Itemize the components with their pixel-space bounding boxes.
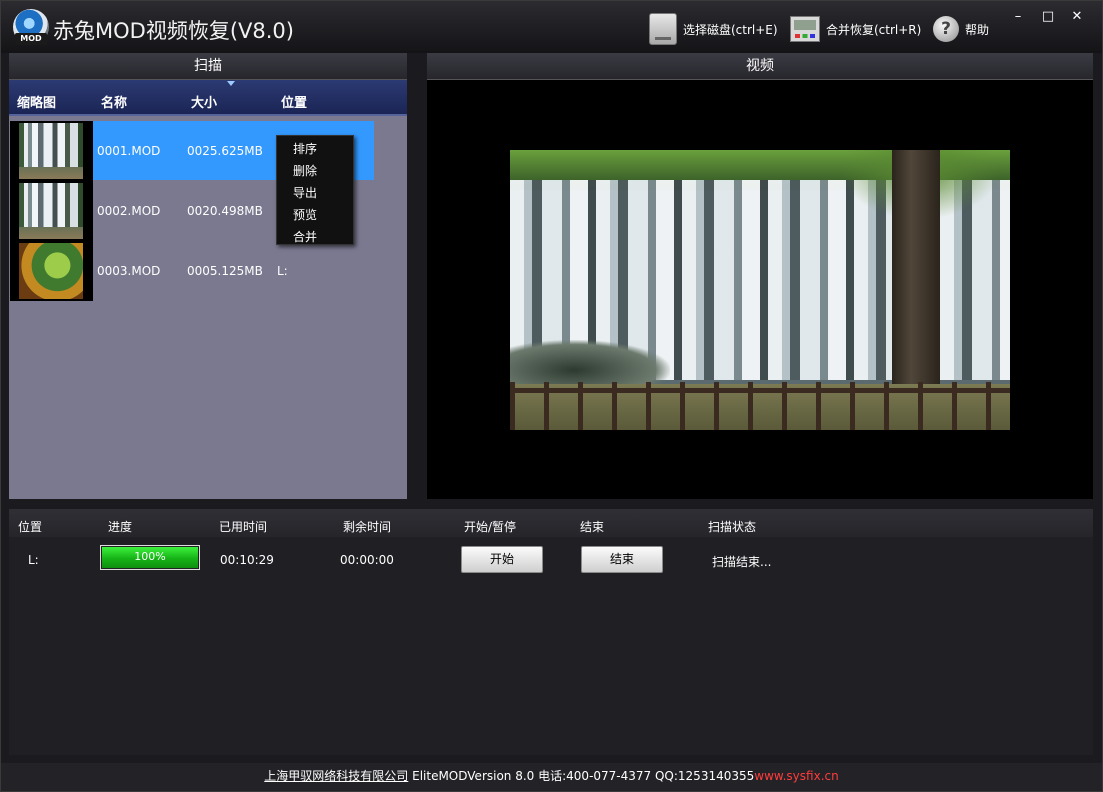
end-button[interactable]: 结束 [581,546,663,573]
company-link[interactable]: 上海甲驭网络科技有限公司 [264,769,408,783]
close-button[interactable]: ✕ [1064,7,1090,27]
scan-panel: 扫描 缩略图 名称 大小 位置 0001.MOD 0025.625MB 0002… [9,53,407,499]
file-size: 0005.125MB [187,264,263,278]
menu-item-export[interactable]: 导出 [277,182,353,204]
maximize-button[interactable]: □ [1035,7,1061,27]
status-col-start-pause: 开始/暂停 [464,520,517,534]
scan-panel-header: 扫描 [9,53,407,80]
file-row[interactable]: 0003.MOD 0005.125MB L: [9,241,407,301]
file-name: 0003.MOD [97,264,161,278]
scan-table-header: 缩略图 名称 大小 位置 [9,80,407,116]
version-contact-info: EliteMODVersion 8.0 电话:400-077-4377 QQ:1… [408,769,755,783]
video-thumbnail [10,121,93,181]
status-col-remaining: 剩余时间 [343,520,392,534]
video-preview-frame[interactable] [510,150,1010,430]
menu-item-merge[interactable]: 合并 [277,226,353,248]
menu-item-delete[interactable]: 删除 [277,160,353,182]
select-disk-label: 选择磁盘(ctrl+E) [683,22,778,37]
column-name[interactable]: 名称 [101,92,127,111]
app-window: MOD 赤兔MOD视频恢复(V8.0) 选择磁盘(ctrl+E) 合并恢复(ct… [0,0,1103,792]
merge-restore-button[interactable]: 合并恢复(ctrl+R) [790,13,921,45]
file-size: 0025.625MB [187,144,263,158]
status-col-elapsed: 已用时间 [219,520,268,534]
status-col-location: 位置 [18,520,43,534]
help-icon: ? [933,16,959,42]
scan-status-text: 扫描结束... [712,555,772,569]
menu-item-sort[interactable]: 排序 [277,138,353,160]
minimize-button[interactable]: – [1005,7,1031,27]
status-col-scan-status: 扫描状态 [708,520,757,534]
status-location: L: [28,553,39,567]
scan-progress-bar: 100% [100,545,200,570]
status-header: 位置 进度 已用时间 剩余时间 开始/暂停 结束 扫描状态 [9,509,1093,537]
status-col-end: 结束 [580,520,605,534]
footer: 上海甲驭网络科技有限公司 EliteMODVersion 8.0 电话:400-… [1,763,1102,791]
app-logo-icon: MOD [13,9,49,45]
file-name: 0001.MOD [97,144,161,158]
file-size: 0020.498MB [187,204,263,218]
remaining-time: 00:00:00 [340,553,394,567]
status-col-progress: 进度 [108,520,133,534]
website-link[interactable]: www.sysfix.cn [754,769,838,783]
menu-item-preview[interactable]: 预览 [277,204,353,226]
app-title: 赤兔MOD视频恢复(V8.0) [53,19,294,43]
merge-restore-label: 合并恢复(ctrl+R) [826,22,922,37]
context-menu: 排序 删除 导出 预览 合并 [276,135,354,245]
video-railing [510,382,1010,430]
elapsed-time: 00:10:29 [220,553,274,567]
column-size[interactable]: 大小 [191,92,217,111]
app-logo-text: MOD [15,33,47,45]
column-location[interactable]: 位置 [281,92,307,111]
help-label: 帮助 [965,22,990,37]
progress-label: 100% [134,550,166,563]
select-disk-button[interactable]: 选择磁盘(ctrl+E) [649,13,778,45]
video-thumbnail [10,181,93,241]
file-name: 0002.MOD [97,204,161,218]
file-location: L: [277,264,288,278]
status-row: L: 100% 00:10:29 00:00:00 开始 结束 扫描结束... [9,537,1093,577]
video-panel-header: 视频 [427,53,1093,80]
video-thumbnail [10,241,93,301]
column-thumbnail[interactable]: 缩略图 [17,92,56,111]
merge-device-icon [790,16,820,42]
waterfall-thumbnail-image [19,183,83,239]
waterfall-thumbnail-image [19,123,83,179]
video-panel: 视频 [427,53,1093,499]
start-button[interactable]: 开始 [461,546,543,573]
status-panel: 位置 进度 已用时间 剩余时间 开始/暂停 结束 扫描状态 L: 100% 00… [9,509,1093,755]
leaf-thumbnail-image [19,243,83,299]
title-bar: MOD 赤兔MOD视频恢复(V8.0) 选择磁盘(ctrl+E) 合并恢复(ct… [1,1,1102,53]
sort-arrow-icon [227,81,235,86]
disk-icon [649,13,677,45]
help-button[interactable]: ? 帮助 [933,13,989,45]
